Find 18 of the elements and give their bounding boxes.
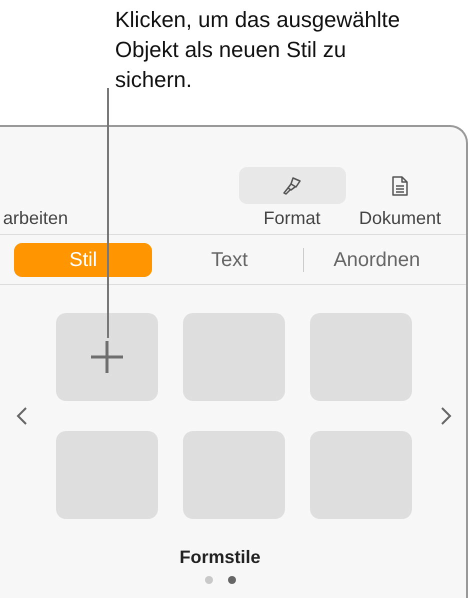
style-tile[interactable] bbox=[183, 431, 285, 519]
add-style-button[interactable] bbox=[56, 313, 158, 401]
style-tile[interactable] bbox=[310, 313, 412, 401]
toolbar-label: Dokument bbox=[358, 208, 442, 229]
page-dot[interactable] bbox=[228, 576, 236, 584]
style-tile[interactable] bbox=[56, 431, 158, 519]
plus-icon bbox=[89, 339, 125, 375]
style-tile[interactable] bbox=[183, 313, 285, 401]
callout-text: Klicken, um das ausgewählte Objekt als neuen Stil zu sichern. bbox=[115, 6, 401, 94]
style-tile[interactable] bbox=[310, 431, 412, 519]
edit-label[interactable]: arbeiten bbox=[3, 208, 68, 234]
chevron-right-icon[interactable] bbox=[440, 406, 452, 426]
page-dot[interactable] bbox=[204, 576, 212, 584]
tab[interactable]: Text bbox=[160, 243, 299, 277]
toolbar-label: Format bbox=[263, 208, 320, 229]
tab[interactable]: Anordnen bbox=[308, 243, 446, 277]
chevron-left-icon[interactable] bbox=[16, 406, 28, 426]
section-label: Formstile bbox=[178, 547, 262, 568]
